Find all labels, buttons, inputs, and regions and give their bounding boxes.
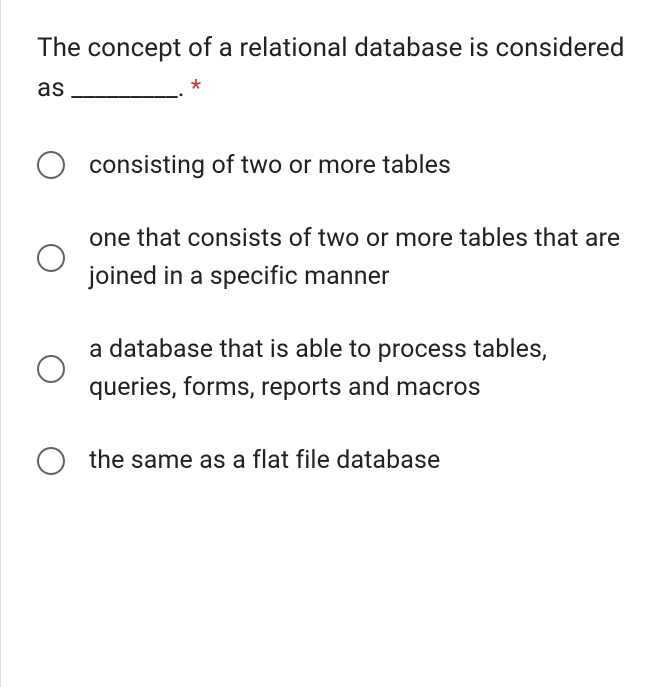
- option-1[interactable]: one that consists of two or more tables …: [37, 220, 629, 295]
- options-group: consisting of two or more tables one tha…: [37, 147, 629, 480]
- option-label: one that consists of two or more tables …: [89, 220, 629, 295]
- option-0[interactable]: consisting of two or more tables: [37, 147, 629, 185]
- required-asterisk: *: [191, 74, 201, 102]
- radio-icon: [37, 447, 65, 475]
- option-label: a database that is able to process table…: [89, 331, 629, 406]
- question-text-span: The concept of a relational database is …: [37, 33, 625, 103]
- option-label: the same as a flat file database: [89, 442, 440, 480]
- radio-icon: [37, 355, 65, 383]
- option-label: consisting of two or more tables: [89, 147, 451, 185]
- question-card: The concept of a relational database is …: [1, 0, 659, 544]
- radio-icon: [37, 244, 65, 272]
- option-2[interactable]: a database that is able to process table…: [37, 331, 629, 406]
- option-3[interactable]: the same as a flat file database: [37, 442, 629, 480]
- radio-icon: [37, 151, 65, 179]
- question-text: The concept of a relational database is …: [37, 28, 629, 109]
